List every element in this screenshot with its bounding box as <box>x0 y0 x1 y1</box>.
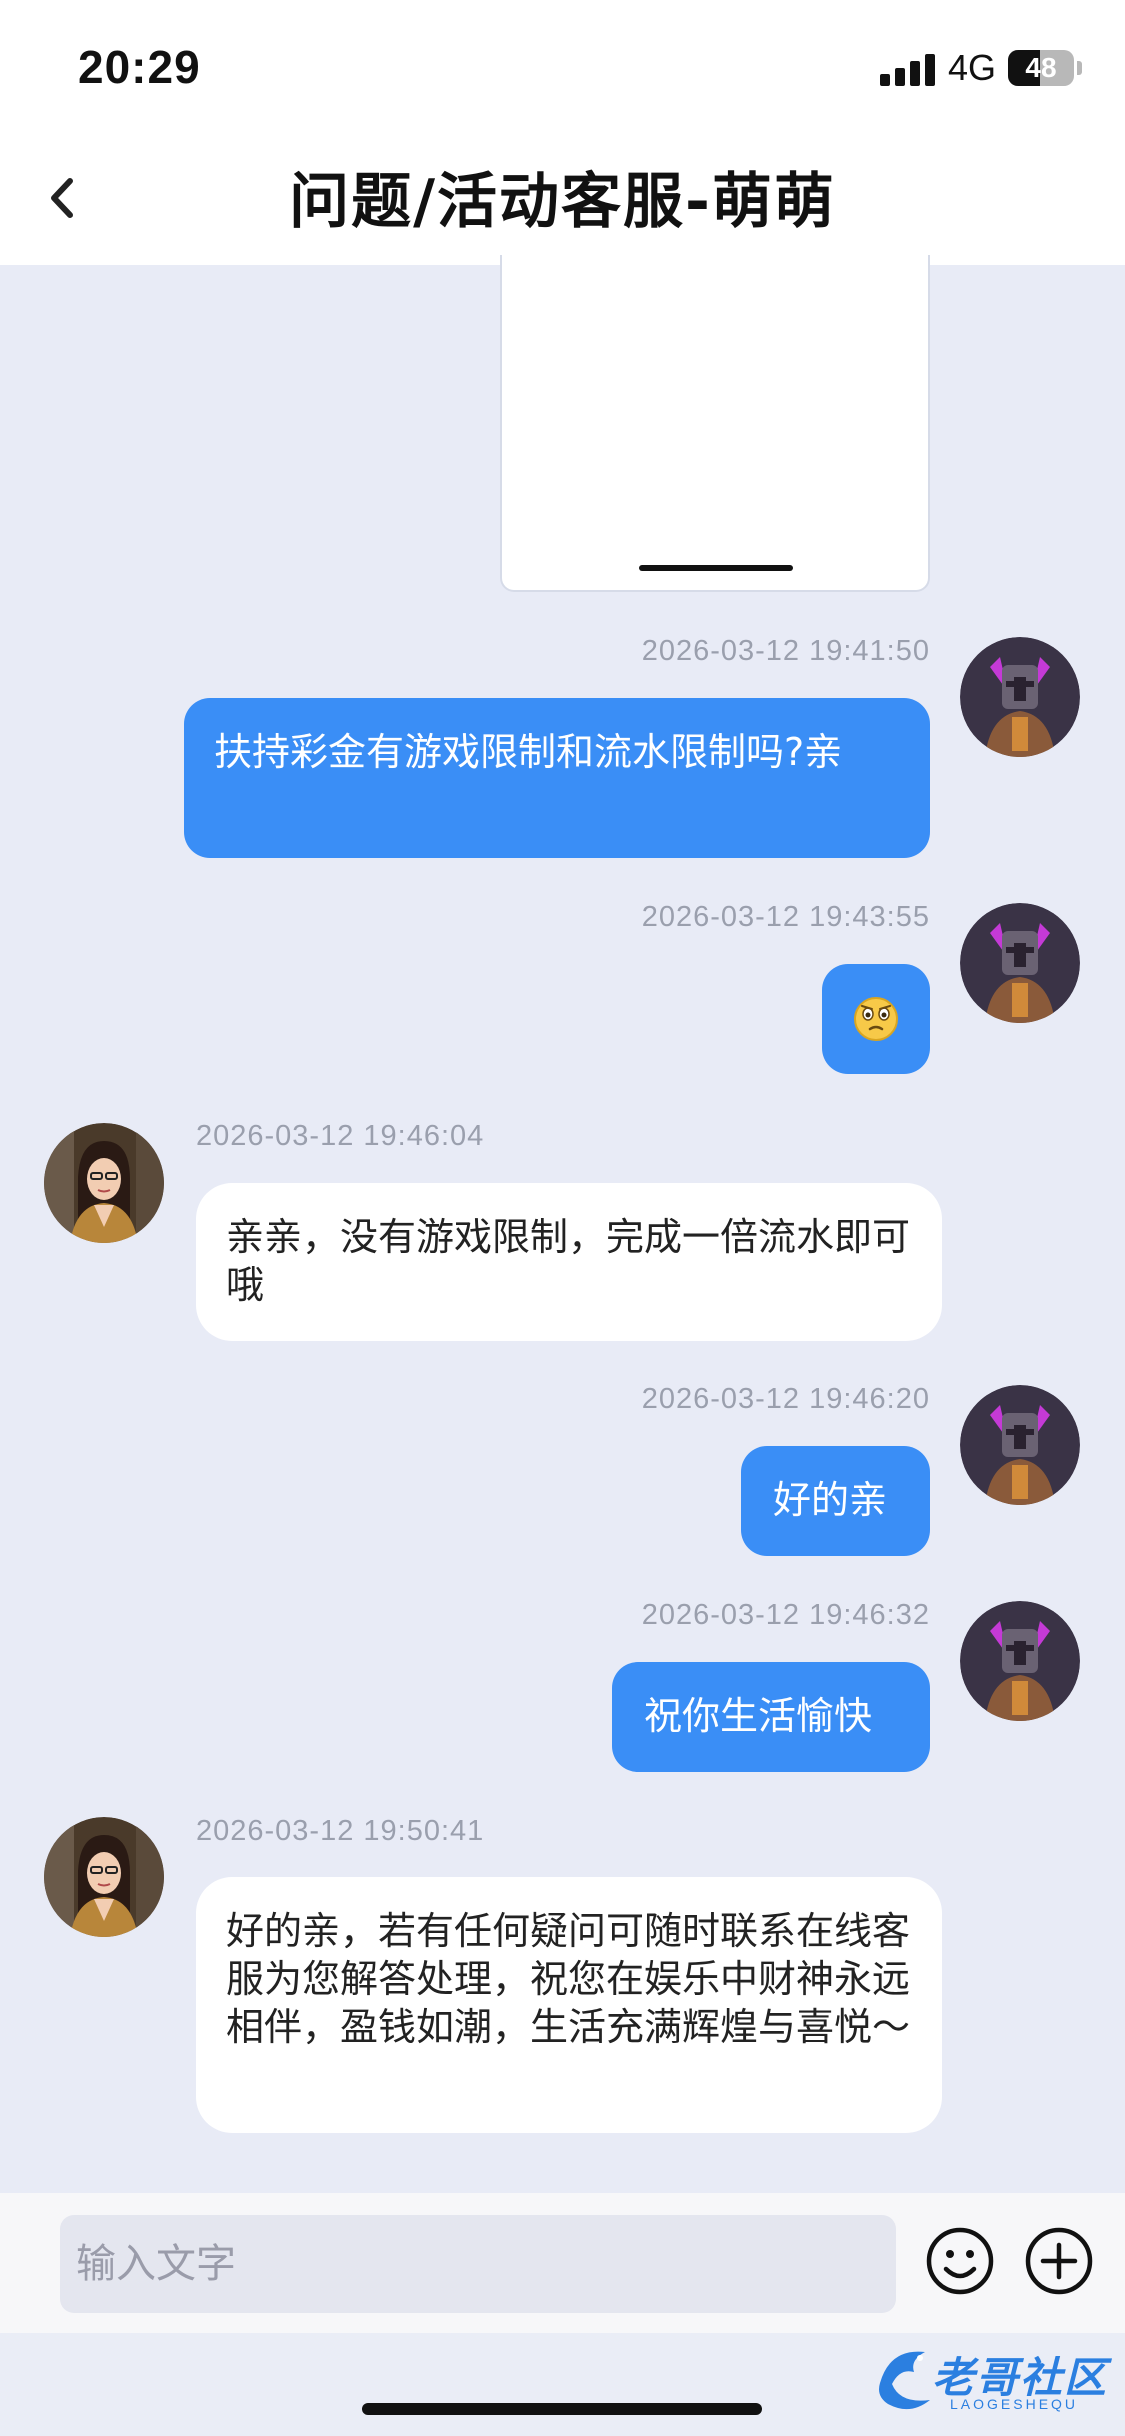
image-card-bar <box>639 565 793 571</box>
image-message-card[interactable] <box>500 255 930 592</box>
emoji-button[interactable] <box>924 2225 996 2297</box>
incoming-message-bubble[interactable]: 亲亲，没有游戏限制，完成一倍流水即可哦 <box>196 1183 942 1341</box>
message-input[interactable] <box>60 2215 896 2313</box>
outgoing-message-bubble[interactable]: 祝你生活愉快 <box>612 1662 930 1772</box>
message-timestamp: 2026-03-12 19:46:04 <box>196 1120 485 1152</box>
battery-percent: 48 <box>1025 52 1057 83</box>
plus-circle-icon <box>1025 2227 1093 2295</box>
outgoing-message-bubble[interactable]: 扶持彩金有游戏限制和流水限制吗?亲 <box>184 698 930 858</box>
message-input-bar <box>0 2193 1125 2333</box>
outgoing-emoji-bubble[interactable] <box>822 964 930 1074</box>
user-avatar[interactable] <box>960 903 1080 1023</box>
message-timestamp: 2026-03-12 19:46:32 <box>641 1599 930 1631</box>
home-indicator[interactable] <box>362 2403 762 2415</box>
incoming-message-bubble[interactable]: 好的亲，若有任何疑问可随时联系在线客服为您解答处理，祝您在娱乐中财神永远相伴，盈… <box>196 1877 942 2133</box>
status-bar: 20:29 4G 48 <box>0 0 1125 135</box>
user-avatar[interactable] <box>960 1601 1080 1721</box>
user-avatar[interactable] <box>960 637 1080 757</box>
bottom-area: 老哥社区 LAOGESHEQU <box>0 2333 1125 2436</box>
page-title: 问题/活动客服-萌萌 <box>289 167 836 237</box>
status-time: 20:29 <box>78 41 201 93</box>
signal-icon <box>880 54 936 86</box>
message-timestamp: 2026-03-12 19:46:20 <box>641 1383 930 1415</box>
message-timestamp: 2026-03-12 19:50:41 <box>196 1815 485 1847</box>
agent-avatar[interactable] <box>44 1123 164 1243</box>
chat-header: 问题/活动客服-萌萌 <box>0 135 1125 265</box>
watermark-subtext: LAOGESHEQU <box>950 2396 1079 2412</box>
user-avatar[interactable] <box>960 1385 1080 1505</box>
plus-button[interactable] <box>1023 2225 1095 2297</box>
smiley-icon <box>926 2227 994 2295</box>
watermark: 老哥社区 LAOGESHEQU <box>870 2338 1120 2418</box>
battery-cap <box>1077 61 1082 75</box>
outgoing-message-bubble[interactable]: 好的亲 <box>741 1446 930 1556</box>
battery-icon: 48 <box>1008 50 1074 86</box>
confused-face-emoji <box>854 997 898 1041</box>
agent-avatar[interactable] <box>44 1817 164 1937</box>
network-type: 4G <box>948 47 997 88</box>
message-timestamp: 2026-03-12 19:41:50 <box>641 635 930 667</box>
chat-history[interactable]: 2026-03-12 19:41:50 扶持彩金有游戏限制和流水限制吗?亲 20… <box>0 255 1125 2193</box>
message-timestamp: 2026-03-12 19:43:55 <box>641 901 930 933</box>
